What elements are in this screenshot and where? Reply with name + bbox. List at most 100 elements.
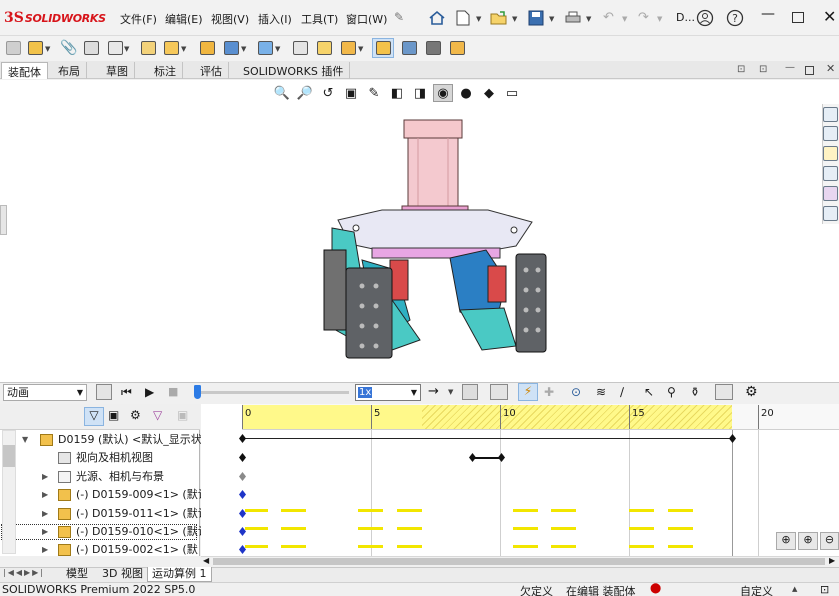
chevron-down-icon[interactable]: ▼ xyxy=(476,15,481,23)
play-icon[interactable]: ▶ xyxy=(145,385,154,399)
chevron-down-icon[interactable]: ▼ xyxy=(124,45,129,53)
filter-animated-icon[interactable]: ▣ xyxy=(108,408,119,422)
redo-icon[interactable]: ↷ xyxy=(638,10,649,25)
exploded-view-icon[interactable] xyxy=(337,38,359,58)
tree-row-lights[interactable]: ▶ 光源、相机与布景 xyxy=(0,468,198,486)
timeline-scrollbar-thumb[interactable] xyxy=(213,558,825,565)
chevron-down-icon[interactable]: ▼ xyxy=(45,45,50,53)
menu-window[interactable]: 窗口(W) xyxy=(346,11,387,27)
chevron-down-icon[interactable]: ▼ xyxy=(358,45,363,53)
solidworks-resources-icon[interactable] xyxy=(823,107,838,122)
playback-slider-thumb[interactable] xyxy=(194,385,201,399)
results-and-plots-icon[interactable] xyxy=(715,384,733,400)
paperclip-icon[interactable]: 📎 xyxy=(58,38,80,58)
menu-tools[interactable]: 工具(T) xyxy=(301,11,338,27)
study-type-select[interactable]: 动画 ▼ xyxy=(3,384,87,401)
apply-scene-icon[interactable]: ◆ xyxy=(479,84,499,102)
bill-of-materials-icon[interactable] xyxy=(313,38,335,58)
autokey-icon[interactable]: ⚡ xyxy=(518,383,538,401)
expand-icon[interactable]: ▶ xyxy=(42,523,48,541)
contact-icon[interactable]: ⚲ xyxy=(667,385,676,399)
insert-component-icon[interactable] xyxy=(2,38,24,58)
new-document-icon[interactable] xyxy=(453,8,473,28)
design-library-icon[interactable] xyxy=(823,126,838,141)
chevron-down-icon[interactable]: ▼ xyxy=(586,15,591,23)
panel-flyout-handle[interactable] xyxy=(0,205,7,235)
tree-scrollbar-thumb[interactable] xyxy=(3,445,15,467)
tab-3d-view[interactable]: 3D 视图 xyxy=(98,567,147,582)
tab-assembly[interactable]: 装配体 xyxy=(1,62,48,79)
gear-icon[interactable]: ⚙ xyxy=(745,384,758,400)
calculate-icon[interactable] xyxy=(96,384,112,400)
playback-slider-track[interactable] xyxy=(197,391,349,394)
tree-row-part[interactable]: ▶ (-) D0159-002<1> (默认) xyxy=(0,541,198,556)
large-assembly-icon[interactable] xyxy=(446,38,468,58)
menu-insert[interactable]: 插入(I) xyxy=(258,11,292,27)
tab-markup[interactable]: 标注 xyxy=(148,62,183,79)
view-orientation-icon[interactable]: ◧ xyxy=(387,84,407,102)
minimize-icon[interactable]: — xyxy=(785,62,795,73)
tree-row-part[interactable]: ▶ (-) D0159-009<1> (默认) xyxy=(0,486,213,504)
user-account-icon[interactable] xyxy=(695,8,715,28)
chevron-down-icon[interactable]: ▼ xyxy=(448,388,453,396)
gravity-icon[interactable]: ⚱ xyxy=(690,385,700,399)
chevron-down-icon[interactable]: ▼ xyxy=(657,15,662,23)
help-icon[interactable]: ? xyxy=(725,8,745,28)
playback-speed-select[interactable]: 1x ▼ xyxy=(355,384,421,401)
zoom-out-timeline-icon[interactable]: ⊖ xyxy=(820,532,839,550)
update-speedpak-icon[interactable] xyxy=(398,38,420,58)
solidworks-logo[interactable]: 3S SOLIDWORKS xyxy=(4,10,106,26)
view-settings-icon[interactable]: ▭ xyxy=(502,84,522,102)
previous-view-icon[interactable]: ↺ xyxy=(318,84,338,102)
filter-results-icon[interactable]: ▣ xyxy=(177,408,188,422)
pattern-icon[interactable] xyxy=(104,38,126,58)
collapse-icon[interactable]: ▼ xyxy=(22,431,28,449)
tree-row-view-camera[interactable]: 视向及相机视图 xyxy=(0,449,198,467)
panel-collapse-icon[interactable]: ⊡ xyxy=(737,64,745,75)
add-key-icon[interactable]: ✚ xyxy=(544,385,554,399)
menu-edit[interactable]: 编辑(E) xyxy=(165,11,203,27)
motor-icon[interactable]: ⊙ xyxy=(571,385,581,399)
menu-file[interactable]: 文件(F) xyxy=(120,11,157,27)
tree-row-part[interactable]: ▶ (-) D0159-010<1> (默认) xyxy=(0,523,213,541)
tree-row-root[interactable]: ▼ D0159 (默认) <默认_显示状态 xyxy=(0,431,213,449)
stop-icon[interactable]: ■ xyxy=(168,385,178,398)
expand-icon[interactable]: ▶ xyxy=(42,468,48,486)
edit-appearance-icon[interactable]: ● xyxy=(456,84,476,102)
tab-layout[interactable]: 布局 xyxy=(52,62,87,79)
rebuild-status-icon[interactable]: ⬤ xyxy=(650,583,661,594)
animation-wizard-icon[interactable] xyxy=(490,384,508,400)
force-icon[interactable]: ↖ xyxy=(644,385,654,399)
chevron-down-icon[interactable]: ▼ xyxy=(241,45,246,53)
expand-icon[interactable]: ▶ xyxy=(42,541,48,556)
help-tooltip-icon[interactable]: ⊡ xyxy=(820,583,829,596)
view-palette-icon[interactable] xyxy=(823,166,838,181)
expand-icon[interactable]: ▶ xyxy=(42,505,48,523)
chevron-up-icon[interactable]: ▲ xyxy=(792,585,797,593)
tab-sketch[interactable]: 草图 xyxy=(100,62,135,79)
move-component-icon[interactable] xyxy=(160,38,182,58)
linear-pattern-icon[interactable] xyxy=(80,38,102,58)
camera-icon[interactable] xyxy=(422,38,444,58)
zoom-in-timeline-icon[interactable]: ⊕ xyxy=(798,532,818,550)
filter-icon[interactable]: ▽ xyxy=(84,407,104,426)
undo-icon[interactable]: ↶ xyxy=(603,10,614,25)
tab-scroll-arrows[interactable]: |◀◀▶▶| xyxy=(3,568,45,577)
show-hidden-icon[interactable] xyxy=(196,38,218,58)
custom-properties-icon[interactable] xyxy=(823,206,838,221)
scroll-right-icon[interactable]: ▶ xyxy=(829,556,835,565)
filter-driving-icon[interactable]: ⚙ xyxy=(130,408,141,422)
chevron-down-icon[interactable]: ▼ xyxy=(275,45,280,53)
save-animation-icon[interactable] xyxy=(462,384,478,400)
tab-model[interactable]: 模型 xyxy=(62,567,92,582)
print-icon[interactable] xyxy=(563,8,583,28)
scroll-left-icon[interactable]: ◀ xyxy=(203,556,209,565)
tab-motion-study[interactable]: 运动算例 1 xyxy=(147,567,212,582)
tree-row-part[interactable]: ▶ (-) D0159-011<1> (默认) xyxy=(0,505,213,523)
chevron-down-icon[interactable]: ▼ xyxy=(512,15,517,23)
instant3d-icon[interactable] xyxy=(372,38,394,58)
chevron-down-icon[interactable]: ▼ xyxy=(622,15,627,23)
chevron-down-icon[interactable]: ▼ xyxy=(181,45,186,53)
save-icon[interactable] xyxy=(526,8,546,28)
spring-icon[interactable]: ≋ xyxy=(596,385,606,399)
